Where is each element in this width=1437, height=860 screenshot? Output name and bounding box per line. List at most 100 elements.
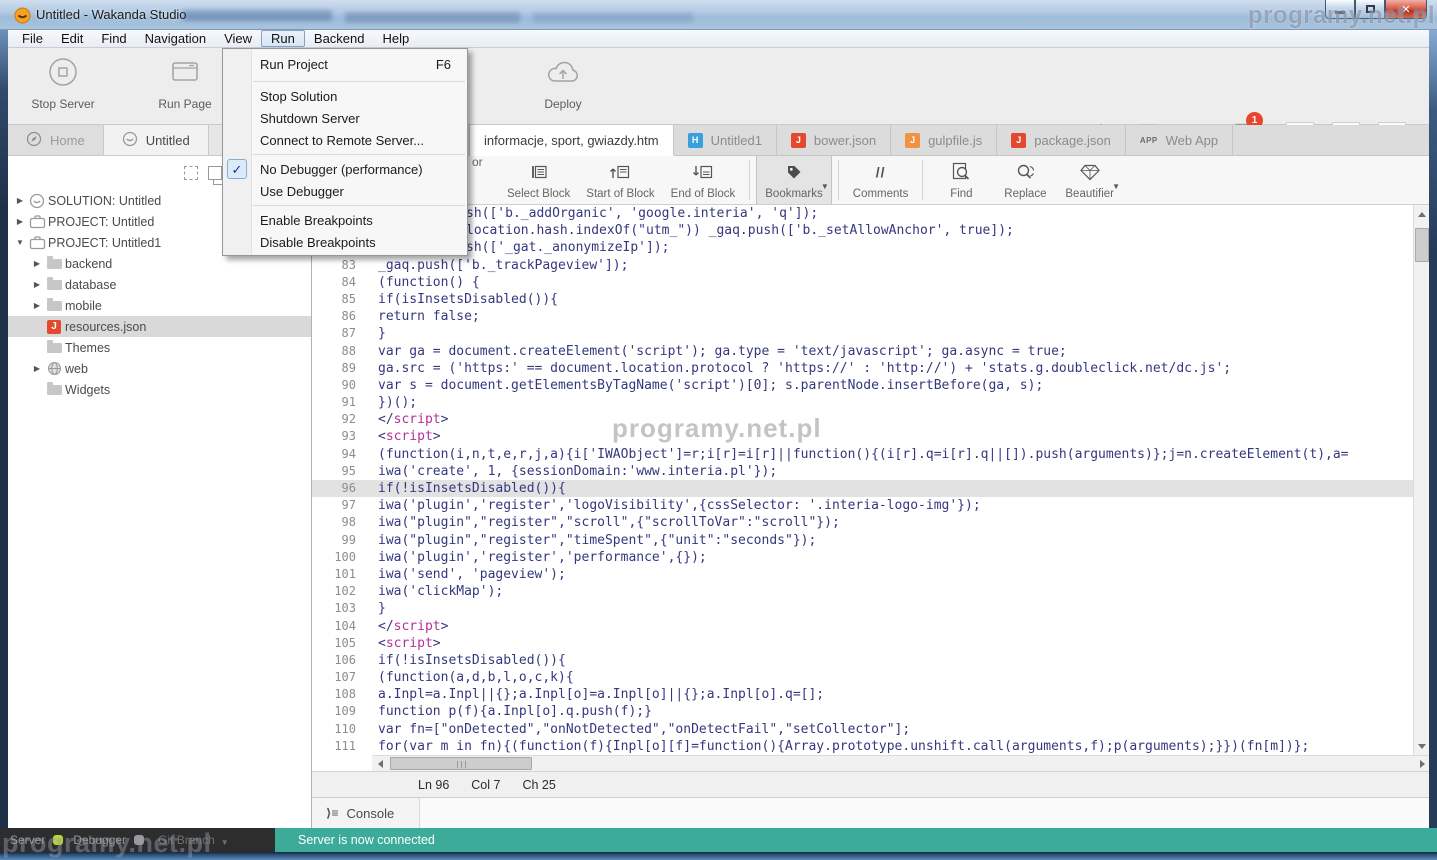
file-tab-informacje-sport-gwiazdy-htm[interactable]: informacje, sport, gwiazdy.htm — [470, 125, 674, 156]
panel-tab-untitled[interactable]: Untitled — [104, 125, 209, 155]
code-line[interactable]: 95iwa('create', 1, {sessionDomain:'www.i… — [312, 463, 1413, 480]
run-page-button[interactable]: Run Page — [137, 56, 233, 111]
chevron-right-icon[interactable]: ▶ — [31, 301, 43, 310]
tree-item-themes[interactable]: Themes — [8, 337, 311, 358]
chevron-right-icon[interactable]: ▶ — [14, 217, 26, 226]
scroll-left-arrow[interactable] — [372, 756, 388, 771]
file-tab-web-app[interactable]: APPWeb App — [1126, 125, 1233, 155]
beautifier-button[interactable]: ▼Beautifier — [1057, 156, 1122, 204]
code-line[interactable]: 85if(isInsetsDisabled()){ — [312, 291, 1413, 308]
vertical-scrollbar[interactable] — [1413, 205, 1430, 755]
code-line[interactable]: 94(function(i,n,t,e,r,j,a){i['IWAObject'… — [312, 446, 1413, 463]
run-menu-item-enable-breakpoints[interactable]: Enable Breakpoints — [223, 209, 467, 231]
code-line[interactable]: 93<script> — [312, 428, 1413, 445]
console-tab[interactable]: ⟩≡ Console — [312, 798, 420, 828]
comments-button[interactable]: //Comments — [845, 156, 917, 204]
file-tab-gulpfile-js[interactable]: Jgulpfile.js — [891, 125, 997, 155]
menu-find[interactable]: Find — [92, 30, 135, 47]
run-menu-item-use-debugger[interactable]: Use Debugger — [223, 180, 467, 202]
code-line[interactable]: 109function p(f){a.Inpl[o].q.push(f);} — [312, 703, 1413, 720]
code-line[interactable]: 111for(var m in fn){(function(f){Inpl[o]… — [312, 738, 1413, 755]
stop-server-button[interactable]: Stop Server — [15, 56, 111, 111]
scroll-down-arrow[interactable] — [1414, 738, 1430, 754]
chevron-right-icon[interactable]: ▶ — [31, 259, 43, 268]
code-line[interactable]: 82sh(['_gat._anonymizeIp']); — [312, 239, 1413, 256]
code-line[interactable]: 83_gaq.push(['b._trackPageview']); — [312, 257, 1413, 274]
bookmarks-button[interactable]: ▼Bookmarks — [756, 156, 832, 204]
code-line[interactable]: 80sh(['b._addOrganic', 'google.interia',… — [312, 205, 1413, 222]
chevron-down-icon[interactable]: ▼ — [821, 182, 829, 191]
debugger-status[interactable]: Debugger — [73, 833, 126, 847]
close-button[interactable]: ✕ — [1385, 0, 1427, 19]
chevron-right-icon[interactable]: ▶ — [31, 280, 43, 289]
tree-item-backend[interactable]: ▶backend — [8, 253, 311, 274]
run-menu-item-run-project[interactable]: Run ProjectF6 — [223, 51, 467, 78]
file-tab-untitled1[interactable]: HUntitled1 — [674, 125, 777, 155]
tree-item-mobile[interactable]: ▶mobile — [8, 295, 311, 316]
end-of-block-button[interactable]: End of Block — [663, 156, 744, 204]
chevron-down-icon[interactable]: ▼ — [1112, 182, 1120, 191]
minimize-button[interactable] — [1325, 0, 1355, 19]
code-line[interactable]: 90var s = document.getElementsByTagName(… — [312, 377, 1413, 394]
file-tab-bower-json[interactable]: Jbower.json — [777, 125, 891, 155]
tree-item-database[interactable]: ▶database — [8, 274, 311, 295]
git-branch-selector[interactable]: Git Branch — [158, 833, 215, 847]
code-line[interactable]: 108a.Inpl=a.Inpl||{};a.Inpl[o]=a.Inpl[o]… — [312, 686, 1413, 703]
chevron-right-icon[interactable]: ▶ — [14, 196, 26, 205]
run-menu-item-stop-solution[interactable]: Stop Solution — [223, 85, 467, 107]
menu-backend[interactable]: Backend — [305, 30, 374, 47]
chevron-down-icon[interactable]: ▼ — [221, 838, 229, 847]
maximize-button[interactable] — [1355, 0, 1385, 19]
code-line[interactable]: 96if(!isInsetsDisabled()){ — [312, 480, 1413, 497]
code-line[interactable]: 97iwa('plugin','register','logoVisibilit… — [312, 497, 1413, 514]
tree-item-web[interactable]: ▶web — [8, 358, 311, 379]
file-tab-package-json[interactable]: Jpackage.json — [997, 125, 1126, 155]
vertical-scroll-thumb[interactable] — [1415, 228, 1429, 262]
code-line[interactable]: 99iwa("plugin","register","timeSpent",{"… — [312, 532, 1413, 549]
scroll-up-arrow[interactable] — [1414, 206, 1430, 222]
replace-button[interactable]: Replace — [993, 156, 1057, 204]
tree-item-widgets[interactable]: Widgets — [8, 379, 311, 400]
code-line[interactable]: 110var fn=["onDetected","onNotDetected",… — [312, 721, 1413, 738]
chevron-right-icon[interactable]: ▶ — [31, 364, 43, 373]
select-block-button[interactable]: Select Block — [499, 156, 578, 204]
menu-file[interactable]: File — [13, 30, 52, 47]
code-line[interactable]: 105<script> — [312, 635, 1413, 652]
code-line[interactable]: 91})(); — [312, 394, 1413, 411]
code-line[interactable]: 103} — [312, 600, 1413, 617]
menu-help[interactable]: Help — [374, 30, 419, 47]
find-button[interactable]: Find — [929, 156, 993, 204]
titlebar[interactable]: Untitled - Wakanda Studio ✕ — [0, 0, 1437, 30]
code-line[interactable]: 100iwa('plugin','register','performance'… — [312, 549, 1413, 566]
chevron-down-icon[interactable]: ▼ — [14, 238, 26, 247]
run-menu-item-shutdown-server[interactable]: Shutdown Server — [223, 107, 467, 129]
horizontal-scrollbar[interactable] — [372, 755, 1430, 771]
select-tool-icon[interactable] — [184, 166, 198, 180]
horizontal-scroll-thumb[interactable] — [390, 757, 532, 770]
start-of-block-button[interactable]: Start of Block — [578, 156, 662, 204]
menu-view[interactable]: View — [215, 30, 261, 47]
code-line[interactable]: 104</script> — [312, 618, 1413, 635]
code-line[interactable]: 98iwa("plugin","register","scroll",{"scr… — [312, 514, 1413, 531]
code-line[interactable]: 81location.hash.indexOf("utm_")) _gaq.pu… — [312, 222, 1413, 239]
run-menu-item-disable-breakpoints[interactable]: Disable Breakpoints — [223, 231, 467, 253]
deploy-button[interactable]: Deploy — [515, 56, 611, 111]
tree-item-resources-json[interactable]: Jresources.json — [8, 316, 311, 337]
code-line[interactable]: 92</script> — [312, 411, 1413, 428]
scroll-right-arrow[interactable] — [1414, 756, 1430, 771]
code-editor[interactable]: 80sh(['b._addOrganic', 'google.interia',… — [312, 205, 1430, 755]
run-menu-item-connect-to-remote-server[interactable]: Connect to Remote Server... — [223, 129, 467, 151]
code-line[interactable]: 106if(!isInsetsDisabled()){ — [312, 652, 1413, 669]
server-status[interactable]: Server — [10, 833, 45, 847]
code-line[interactable]: 84(function() { — [312, 274, 1413, 291]
code-line[interactable]: 87} — [312, 325, 1413, 342]
menu-navigation[interactable]: Navigation — [136, 30, 215, 47]
code-line[interactable]: 89ga.src = ('https:' == document.locatio… — [312, 360, 1413, 377]
code-line[interactable]: 101iwa('send', 'pageview'); — [312, 566, 1413, 583]
panel-tab-home[interactable]: Home — [8, 125, 104, 155]
code-line[interactable]: 102iwa('clickMap'); — [312, 583, 1413, 600]
code-line[interactable]: 86return false; — [312, 308, 1413, 325]
run-menu-item-no-debugger-performance[interactable]: ✓No Debugger (performance) — [223, 158, 467, 180]
code-line[interactable]: 88var ga = document.createElement('scrip… — [312, 343, 1413, 360]
structure-view-icon[interactable] — [208, 166, 222, 180]
